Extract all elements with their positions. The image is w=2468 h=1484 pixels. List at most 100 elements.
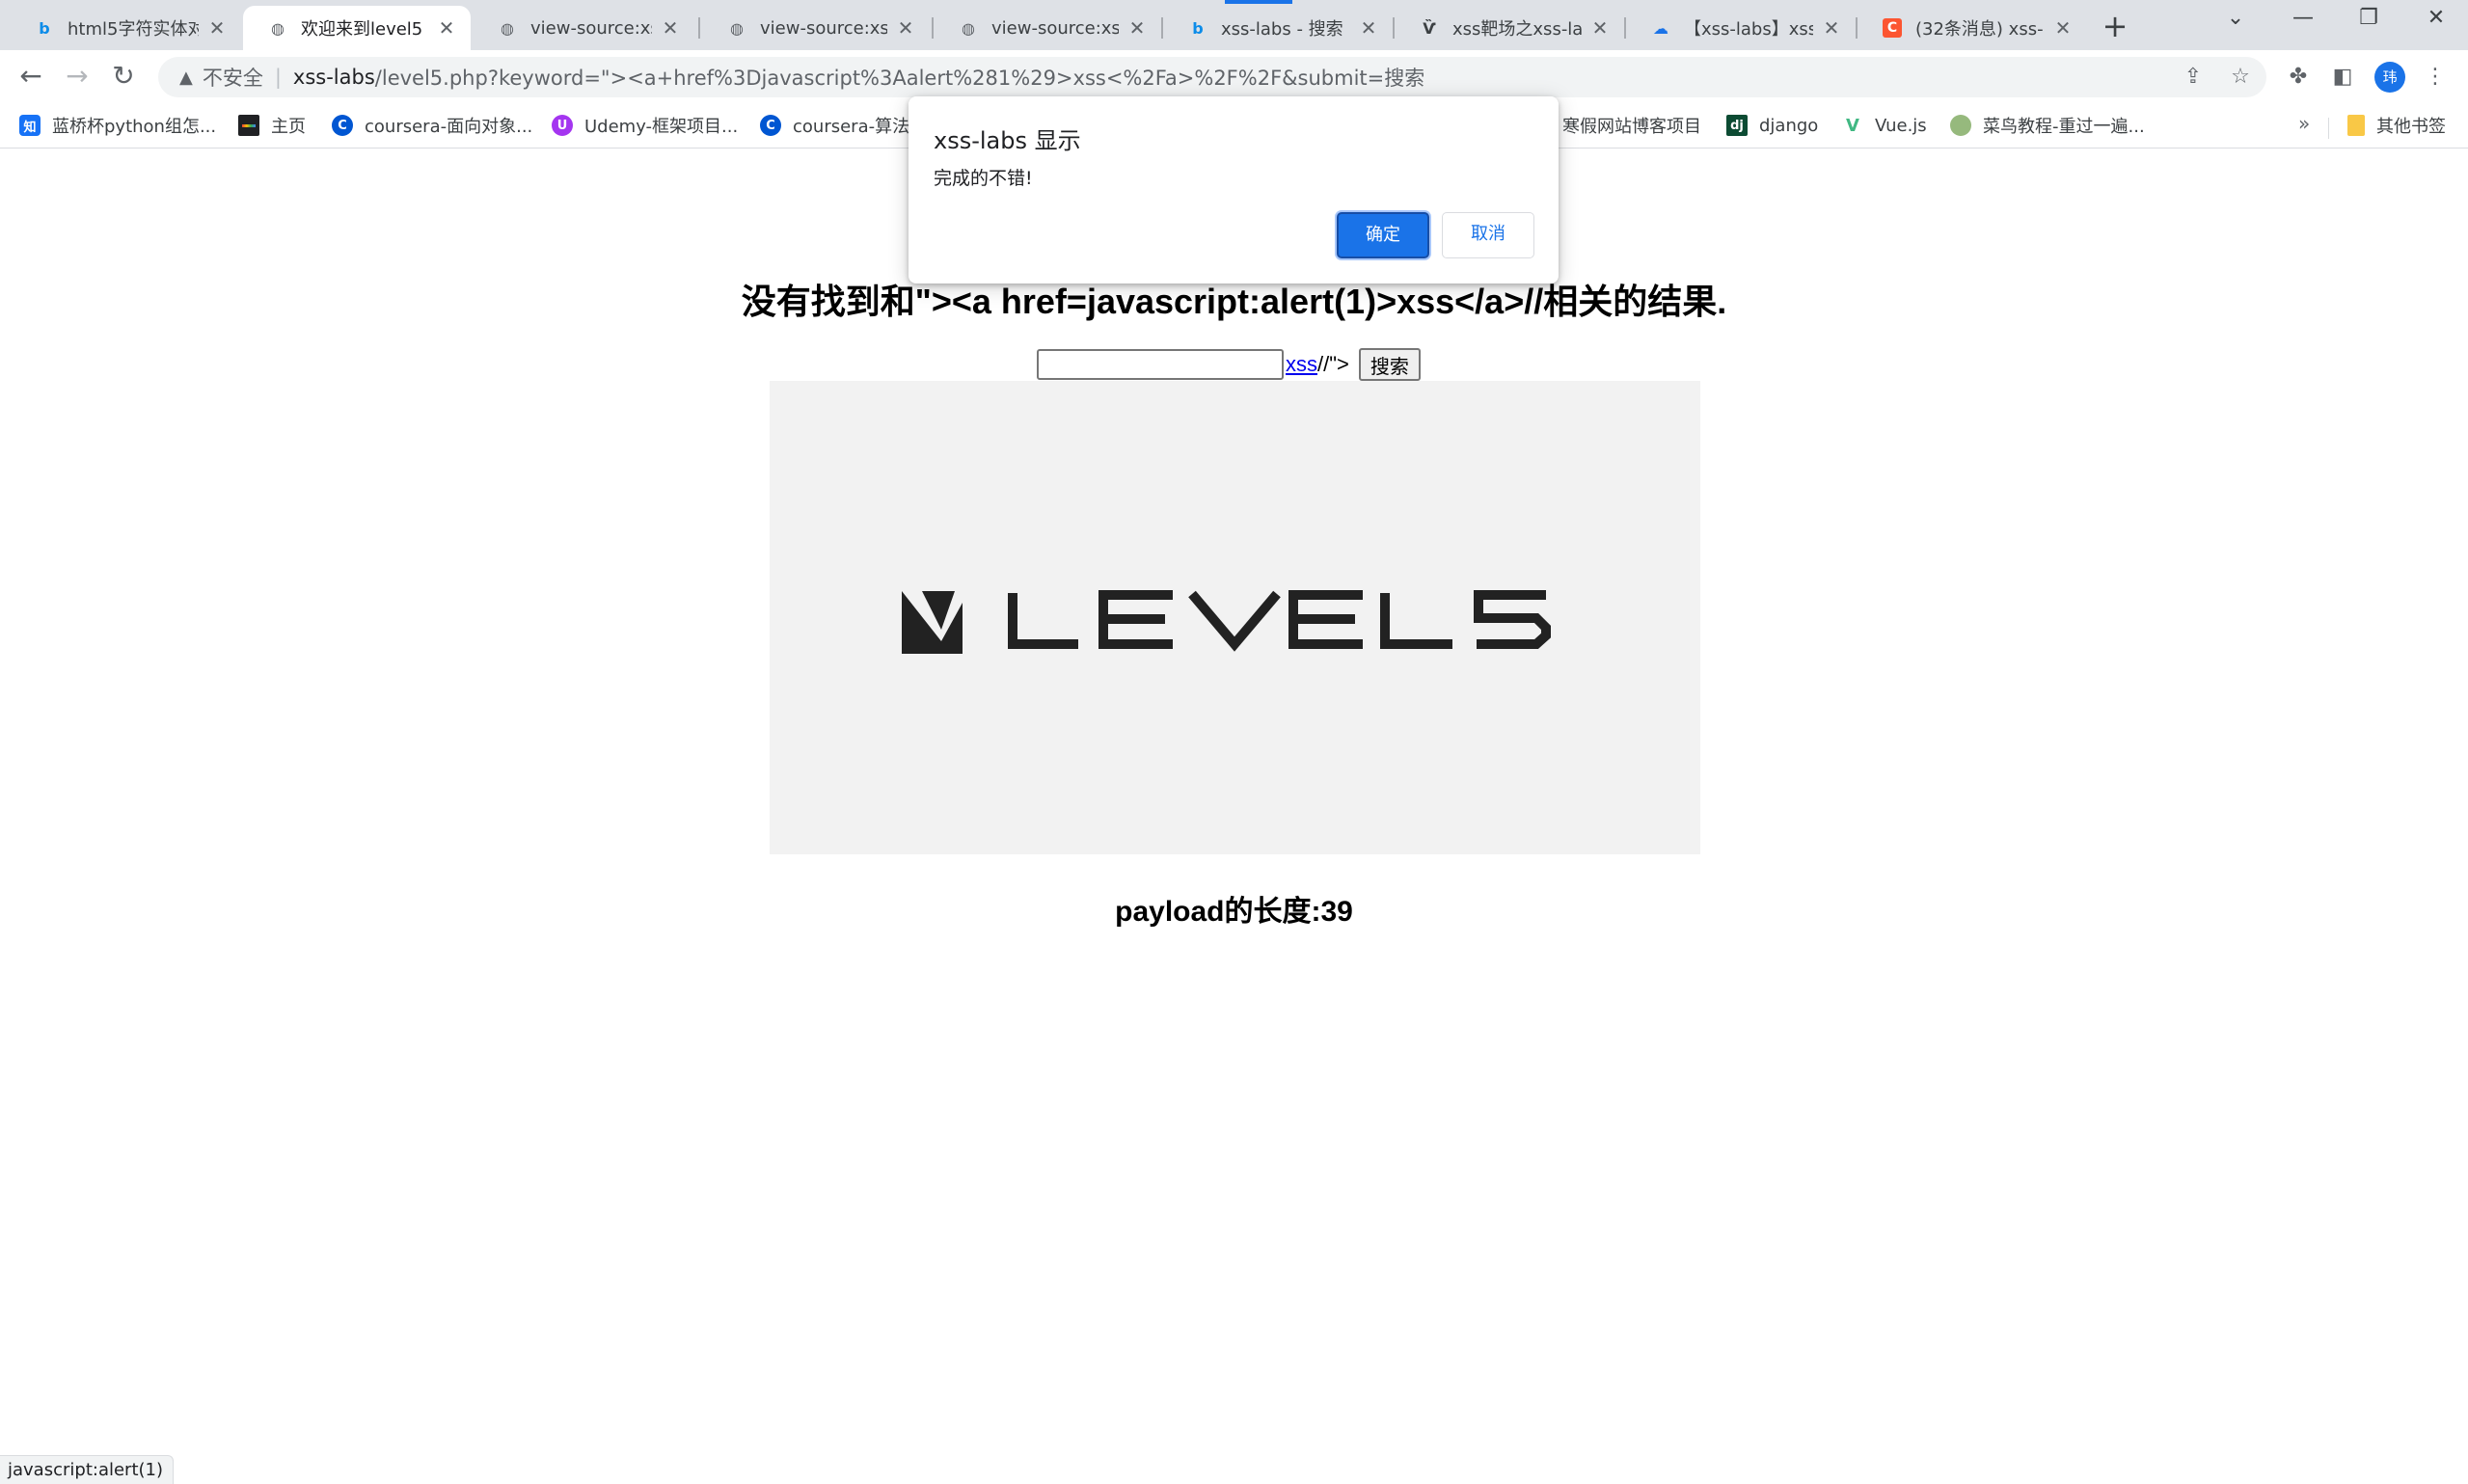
close-window-button[interactable]: ✕ [2417, 6, 2455, 30]
coursera-icon: C [760, 115, 781, 136]
warning-icon: ▲ [179, 67, 193, 88]
coursera-icon: C [332, 115, 353, 136]
close-icon[interactable]: ✕ [2052, 16, 2074, 40]
close-icon[interactable]: ✕ [206, 16, 228, 40]
close-icon[interactable]: ✕ [660, 16, 681, 40]
bookmark-home[interactable]: 主页 [238, 112, 306, 139]
bookmark-coursera-algo[interactable]: C coursera-算法 [760, 112, 909, 139]
csdn-icon: C [1883, 18, 1902, 38]
logo-letter-l2 [1380, 593, 1452, 649]
bookmark-label: Udemy-框架项目... [584, 117, 739, 137]
tab-xss-lab-blog[interactable]: Ѷ xss靶场之xss-lab ✕ [1395, 6, 1624, 50]
payload-length: payload的长度:39 [1115, 896, 1353, 928]
share-icon[interactable]: ⇪ [2179, 63, 2208, 92]
logo-letter-l [1008, 593, 1078, 649]
tab-title: 【xss-labs】xss [1684, 19, 1813, 40]
bookmark-udemy[interactable]: U Udemy-框架项目... [552, 112, 738, 139]
level5-logo [902, 590, 1551, 654]
trailing-text: //"> [1317, 352, 1349, 376]
star-icon[interactable]: ☆ [2226, 63, 2255, 92]
bookmark-lanqiao[interactable]: 知 蓝桥杯python组怎... [19, 112, 216, 139]
bookmark-winter-blog[interactable]: 寒假网站博客项目 [1562, 112, 1701, 139]
tab-search-icon[interactable]: ⌄ [2216, 6, 2255, 30]
browser-toolbar: ← → ↻ ▲ 不安全 | xss-labs /level5.php?keywo… [0, 50, 2468, 102]
bookmark-label: django [1759, 115, 1819, 136]
close-icon[interactable]: ✕ [1821, 16, 1842, 40]
bookmark-runoob[interactable]: 菜鸟教程-重过一遍... [1950, 112, 2145, 139]
keyword-input[interactable] [1037, 349, 1284, 380]
tab-title: view-source:xss [530, 17, 652, 39]
bookmark-label: Vue.js [1875, 115, 1927, 136]
bookmark-label: coursera-面向对象... [365, 117, 533, 137]
tab-xss-labs-cloud[interactable]: ☁ 【xss-labs】xss ✕ [1626, 6, 1856, 50]
globe-icon: ◍ [501, 18, 514, 38]
bookmarks-divider [2328, 118, 2329, 139]
bookmark-coursera-oop[interactable]: C coursera-面向对象... [332, 112, 532, 139]
insecure-label: 不安全 [202, 67, 263, 90]
close-icon[interactable]: ✕ [436, 16, 457, 40]
tab-title: xss靶场之xss-lab [1452, 19, 1582, 40]
dialog-title: xss-labs 显示 [934, 127, 1081, 154]
restore-button[interactable]: ❐ [2349, 6, 2388, 30]
forward-button[interactable]: → [58, 58, 96, 96]
close-icon[interactable]: ✕ [1358, 16, 1379, 40]
new-tab-button[interactable]: + [2096, 8, 2134, 46]
tab-view-source-3[interactable]: ◍ view-source:xss ✕ [934, 6, 1161, 50]
back-button[interactable]: ← [12, 58, 50, 96]
cancel-button[interactable]: 取消 [1442, 212, 1534, 258]
tab-strip: b html5字符实体对 ✕ ◍ 欢迎来到level5 ✕ ◍ view-sou… [0, 0, 2468, 50]
link-status-bubble: javascript:alert(1) [0, 1455, 174, 1484]
url-path: /level5.php?keyword="><a+href%3Djavascri… [374, 67, 1425, 90]
tab-view-source-1[interactable]: ◍ view-source:xss ✕ [473, 6, 694, 50]
tab-loading-indicator [1225, 0, 1292, 4]
search-form: xss //"> 搜索 [1037, 348, 1421, 381]
tab-csdn[interactable]: C (32条消息) xss-la ✕ [1858, 6, 2087, 50]
bookmark-label: 菜鸟教程-重过一遍... [1983, 117, 2145, 137]
django-icon: dj [1726, 115, 1748, 136]
close-icon[interactable]: ✕ [1589, 16, 1611, 40]
close-icon[interactable]: ✕ [1126, 16, 1148, 40]
globe-icon: ◍ [730, 18, 744, 38]
tab-title: (32条消息) xss-la [1915, 19, 2045, 40]
folder-icon [2347, 115, 2365, 136]
reload-button[interactable]: ↻ [104, 58, 143, 96]
tab-level5[interactable]: ◍ 欢迎来到level5 ✕ [243, 6, 471, 50]
bookmark-label: 寒假网站博客项目 [1562, 117, 1701, 137]
extensions-icon[interactable]: ✤ [2284, 63, 2313, 92]
vue-icon: V [1846, 115, 1859, 136]
side-panel-icon[interactable]: ◧ [2328, 63, 2357, 92]
close-icon[interactable]: ✕ [895, 16, 916, 40]
udemy-icon: U [552, 115, 573, 136]
bookmark-vue[interactable]: V Vue.js [1842, 112, 1927, 139]
bookmarks-overflow-icon[interactable]: » [2298, 112, 2310, 135]
minimize-button[interactable]: — [2284, 6, 2322, 30]
alert-dialog: xss-labs 显示 完成的不错! 确定 取消 [909, 96, 1559, 283]
bookmark-django[interactable]: dj django [1726, 112, 1818, 139]
level5-image [770, 381, 1700, 854]
dialog-message: 完成的不错! [934, 168, 1033, 189]
bookmark-label: coursera-算法 [793, 117, 910, 137]
search-button[interactable]: 搜索 [1358, 348, 1421, 381]
bing-icon: b [1192, 18, 1204, 38]
bookmark-other-folder[interactable]: 其他书签 [2347, 112, 2446, 139]
injected-xss-link[interactable]: xss [1286, 352, 1317, 377]
tab-title: 欢迎来到level5 [301, 19, 423, 40]
menu-icon[interactable]: ⋮ [2421, 63, 2450, 92]
home-site-icon [238, 115, 259, 136]
runoob-icon [1950, 115, 1971, 136]
tab-html5[interactable]: b html5字符实体对 ✕ [10, 6, 241, 50]
confirm-button[interactable]: 确定 [1337, 212, 1429, 258]
logo-letter-v [1188, 590, 1281, 652]
globe-icon: ◍ [271, 18, 285, 38]
tab-separator [698, 17, 700, 39]
bookmark-label: 其他书签 [2376, 117, 2446, 137]
avatar[interactable]: 玮 [2374, 62, 2405, 93]
tab-title: view-source:xss [991, 17, 1119, 39]
address-bar[interactable]: ▲ 不安全 | xss-labs /level5.php?keyword="><… [158, 57, 2266, 97]
bing-icon: b [39, 18, 50, 38]
globe-icon: ◍ [962, 18, 975, 38]
tab-view-source-2[interactable]: ◍ view-source:xss ✕ [702, 6, 930, 50]
tab-bing-search[interactable]: b xss-labs - 搜索 ✕ [1163, 6, 1393, 50]
cloud-icon: ☁ [1653, 18, 1668, 38]
bookmark-label: 主页 [271, 117, 306, 137]
